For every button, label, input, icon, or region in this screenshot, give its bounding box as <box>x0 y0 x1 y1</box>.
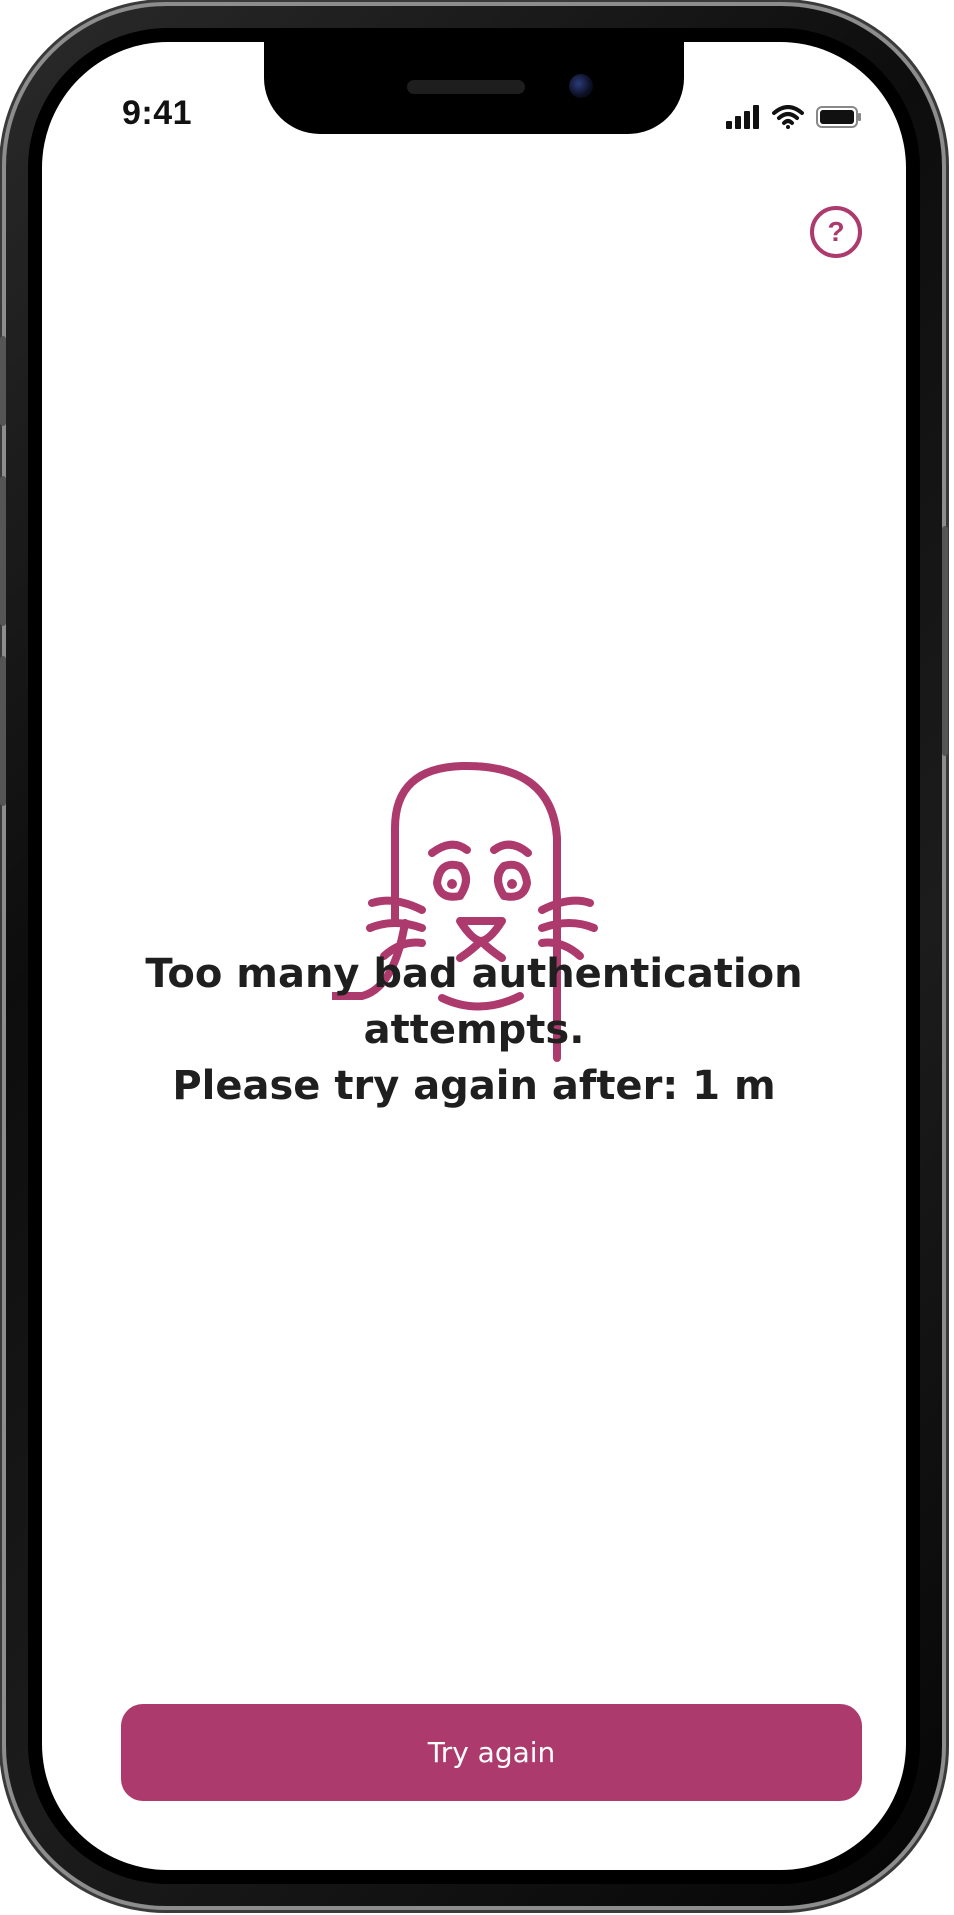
volume-down-button <box>0 656 6 806</box>
screen: 9:41 ? Too many bad authentication attem… <box>42 42 906 1870</box>
try-again-label: Try again <box>427 1736 556 1769</box>
phone-frame: 9:41 ? Too many bad authentication attem… <box>0 6 948 1906</box>
wifi-icon <box>772 105 804 129</box>
battery-icon <box>816 106 861 128</box>
lockout-message: Too many bad authentication attempts. Pl… <box>82 946 866 1114</box>
front-camera <box>569 74 593 98</box>
message-line-3: Please try again after: 1 m <box>172 1063 776 1109</box>
help-circle-icon: ? <box>827 216 845 247</box>
notch <box>264 42 684 134</box>
message-line-1: Too many bad authentication <box>145 951 803 997</box>
page: 9:41 ? Too many bad authentication attem… <box>0 0 954 1915</box>
volume-up-button <box>0 476 6 626</box>
status-time: 9:41 <box>122 94 193 132</box>
status-icons <box>726 102 862 132</box>
speaker-grille <box>407 80 525 94</box>
signal-icon <box>726 105 759 129</box>
mute-switch <box>0 336 6 426</box>
help-button[interactable]: ? <box>810 206 862 258</box>
message-line-2: attempts. <box>363 1007 585 1053</box>
power-button <box>942 526 948 756</box>
try-again-button[interactable]: Try again <box>121 1704 862 1801</box>
